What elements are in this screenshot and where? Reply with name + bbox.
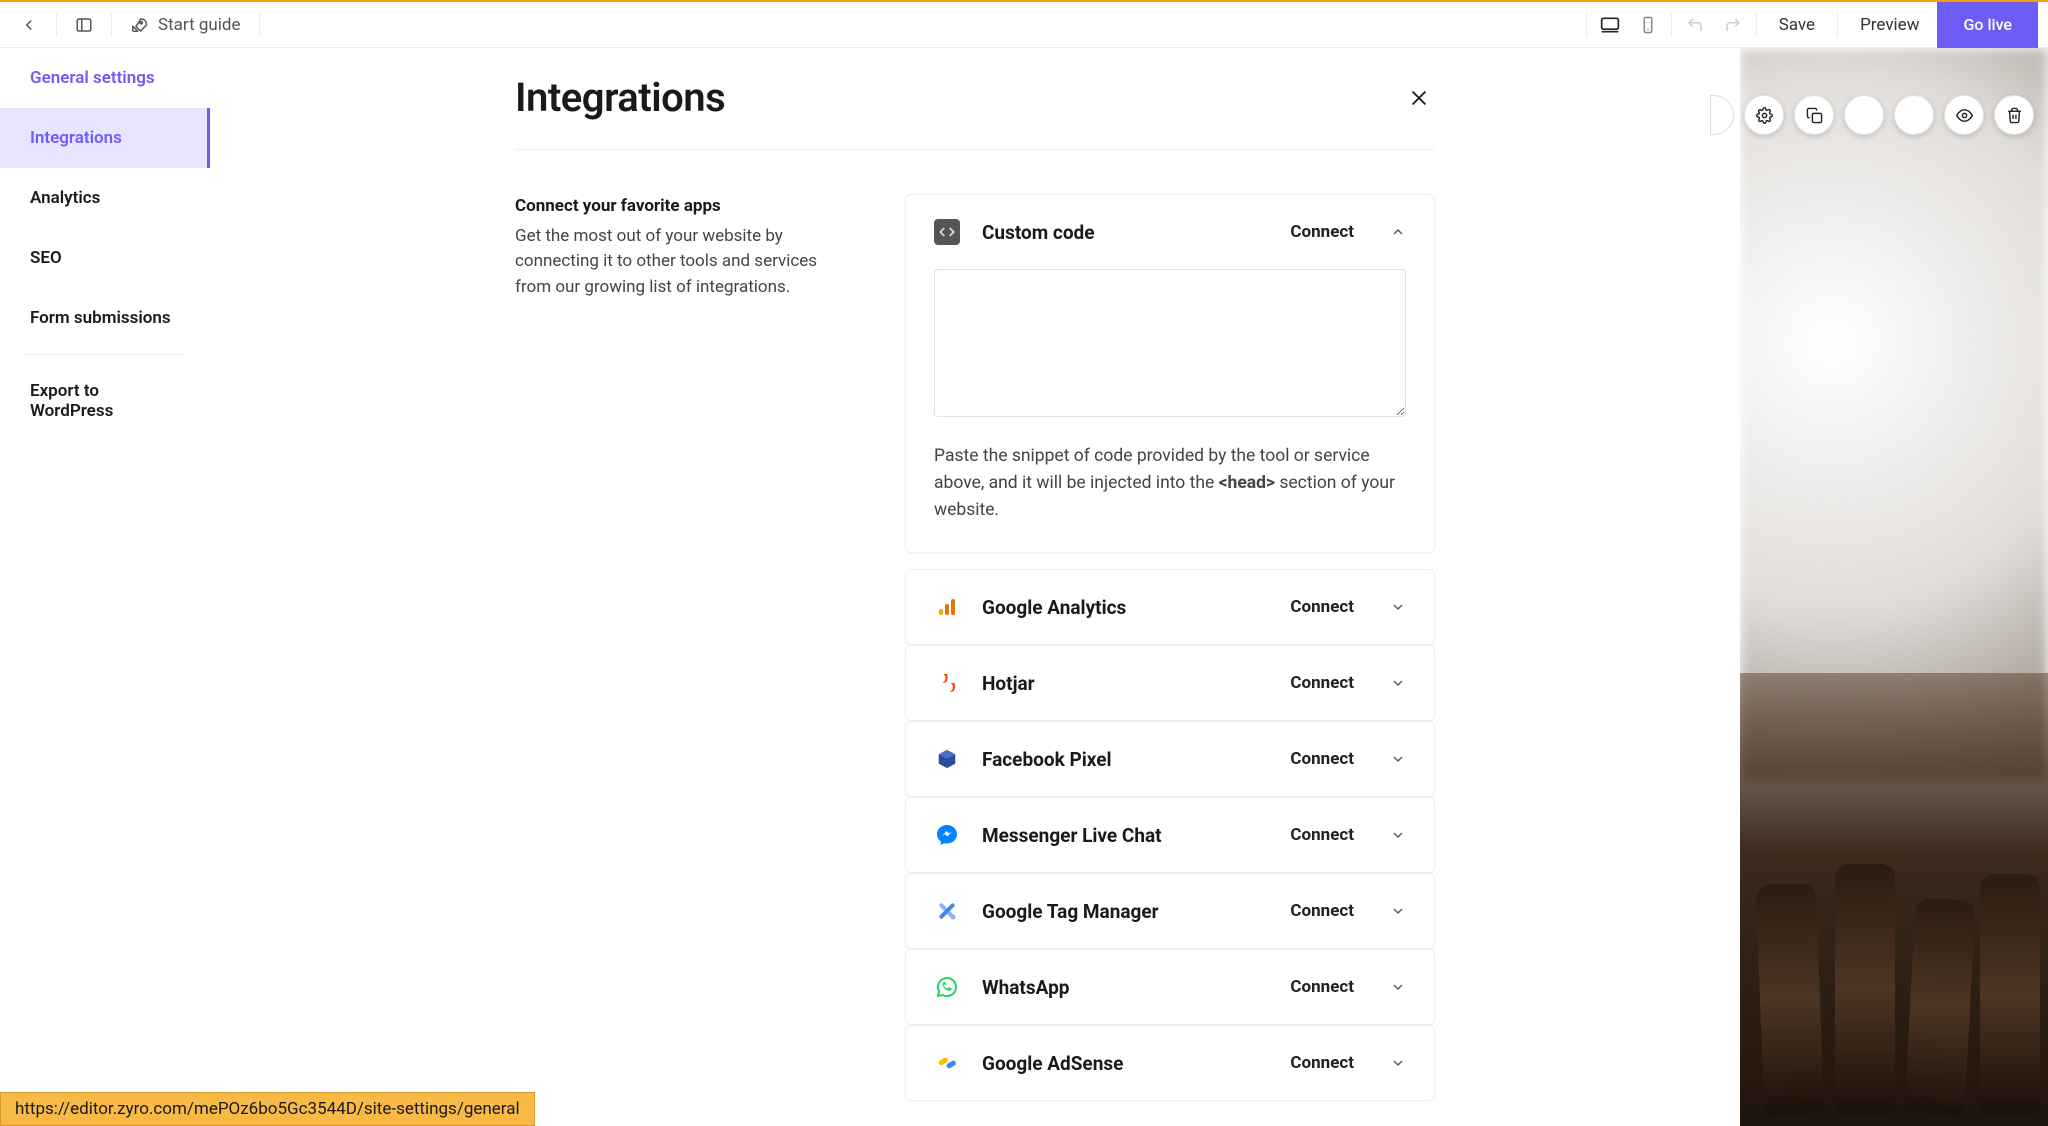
- chevron-down-icon: [1390, 979, 1406, 995]
- close-icon: [1408, 87, 1430, 109]
- intro-title: Connect your favorite apps: [515, 194, 845, 220]
- intro-body: Get the most out of your website by conn…: [515, 224, 845, 301]
- connect-label: Connect: [1290, 901, 1354, 921]
- connect-label: Connect: [1290, 977, 1354, 997]
- toolbox-left-edge: [1710, 95, 1734, 135]
- integration-card: Google Tag Manager Connect: [905, 873, 1435, 949]
- connect-label: Connect: [1290, 673, 1354, 693]
- settings-sidebar: General settings Integrations Analytics …: [0, 48, 210, 1126]
- integration-card-custom-code: Custom code Connect Paste the snippet of…: [905, 194, 1435, 553]
- intro-block: Connect your favorite apps Get the most …: [515, 194, 845, 1101]
- visibility-circle-button[interactable]: [1944, 95, 1984, 135]
- integration-card: Hotjar Connect: [905, 645, 1435, 721]
- page-title: Integrations: [515, 74, 725, 121]
- redo-button[interactable]: [1714, 6, 1752, 44]
- close-panel-button[interactable]: [1403, 82, 1435, 114]
- whatsapp-icon: [934, 974, 960, 1000]
- integration-name: Google Tag Manager: [982, 900, 1268, 923]
- top-toolbar: Start guide Save Preview Go live: [0, 2, 2048, 48]
- integration-card: Facebook Pixel Connect: [905, 721, 1435, 797]
- chevron-down-icon: [1390, 599, 1406, 615]
- rocket-icon: [130, 16, 148, 34]
- integration-header[interactable]: Messenger Live Chat Connect: [906, 798, 1434, 872]
- start-guide-label: Start guide: [158, 15, 241, 35]
- custom-code-hint: Paste the snippet of code provided by th…: [934, 443, 1406, 524]
- integration-name: Google Analytics: [982, 596, 1268, 619]
- chevron-down-icon: [1390, 827, 1406, 843]
- integration-header[interactable]: WhatsApp Connect: [906, 950, 1434, 1024]
- preview-button[interactable]: Preview: [1842, 2, 1937, 48]
- mobile-view-button[interactable]: [1629, 6, 1667, 44]
- integration-name: Facebook Pixel: [982, 748, 1268, 771]
- status-bar-url: https://editor.zyro.com/mePOz6bo5Gc3544D…: [0, 1092, 535, 1126]
- trash-icon: [2006, 107, 2023, 124]
- integration-header[interactable]: Facebook Pixel Connect: [906, 722, 1434, 796]
- sidebar-item-seo[interactable]: SEO: [0, 228, 210, 288]
- adsense-icon: [934, 1050, 960, 1076]
- integration-card: Google Analytics Connect: [905, 569, 1435, 645]
- panel-toggle-button[interactable]: [65, 6, 103, 44]
- canvas-preview: [1740, 48, 2048, 1126]
- connect-label: Connect: [1290, 597, 1354, 617]
- hotjar-icon: [934, 670, 960, 696]
- chevron-down-icon: [1390, 903, 1406, 919]
- integration-header[interactable]: Google Tag Manager Connect: [906, 874, 1434, 948]
- back-button[interactable]: [10, 6, 48, 44]
- integration-header[interactable]: Custom code Connect: [906, 195, 1434, 269]
- delete-circle-button[interactable]: [1994, 95, 2034, 135]
- blank-circle-button-1[interactable]: [1844, 95, 1884, 135]
- gear-icon: [1756, 107, 1773, 124]
- chevron-down-icon: [1390, 751, 1406, 767]
- chevron-down-icon: [1390, 1055, 1406, 1071]
- integration-name: Hotjar: [982, 672, 1268, 695]
- eye-icon: [1956, 107, 1973, 124]
- start-guide-button[interactable]: Start guide: [120, 15, 251, 35]
- sidebar-item-analytics[interactable]: Analytics: [0, 168, 210, 228]
- copy-icon: [1806, 107, 1823, 124]
- integration-name: Custom code: [982, 221, 1268, 244]
- integration-header[interactable]: Hotjar Connect: [906, 646, 1434, 720]
- blank-circle-button-2[interactable]: [1894, 95, 1934, 135]
- fbpixel-icon: [934, 746, 960, 772]
- settings-panel: Integrations Connect your favorite apps …: [210, 48, 1740, 1126]
- duplicate-circle-button[interactable]: [1794, 95, 1834, 135]
- sidebar-item-general-settings[interactable]: General settings: [0, 48, 210, 108]
- integration-header[interactable]: Google AdSense Connect: [906, 1026, 1434, 1100]
- settings-circle-button[interactable]: [1744, 95, 1784, 135]
- undo-button[interactable]: [1676, 6, 1714, 44]
- sidebar-item-export-wordpress[interactable]: Export to WordPress: [0, 361, 210, 441]
- connect-label: Connect: [1290, 825, 1354, 845]
- element-toolbox: [1710, 95, 2034, 135]
- save-button[interactable]: Save: [1761, 2, 1833, 48]
- messenger-icon: [934, 822, 960, 848]
- code-icon: [934, 219, 960, 245]
- gtm-icon: [934, 898, 960, 924]
- integration-name: WhatsApp: [982, 976, 1268, 999]
- integration-header[interactable]: Google Analytics Connect: [906, 570, 1434, 644]
- integration-card: Google AdSense Connect: [905, 1025, 1435, 1101]
- chevron-down-icon: [1390, 675, 1406, 691]
- sidebar-item-integrations[interactable]: Integrations: [0, 108, 210, 168]
- integration-card: WhatsApp Connect: [905, 949, 1435, 1025]
- integration-name: Messenger Live Chat: [982, 824, 1268, 847]
- connect-label: Connect: [1290, 222, 1354, 242]
- custom-code-textarea[interactable]: [934, 269, 1406, 417]
- ga-icon: [934, 594, 960, 620]
- integrations-list: Custom code Connect Paste the snippet of…: [905, 194, 1435, 1101]
- connect-label: Connect: [1290, 1053, 1354, 1073]
- desktop-view-button[interactable]: [1591, 6, 1629, 44]
- connect-label: Connect: [1290, 749, 1354, 769]
- integration-name: Google AdSense: [982, 1052, 1268, 1075]
- chevron-up-icon: [1390, 224, 1406, 240]
- integration-card: Messenger Live Chat Connect: [905, 797, 1435, 873]
- sidebar-item-form-submissions[interactable]: Form submissions: [0, 288, 210, 348]
- go-live-button[interactable]: Go live: [1937, 2, 2038, 48]
